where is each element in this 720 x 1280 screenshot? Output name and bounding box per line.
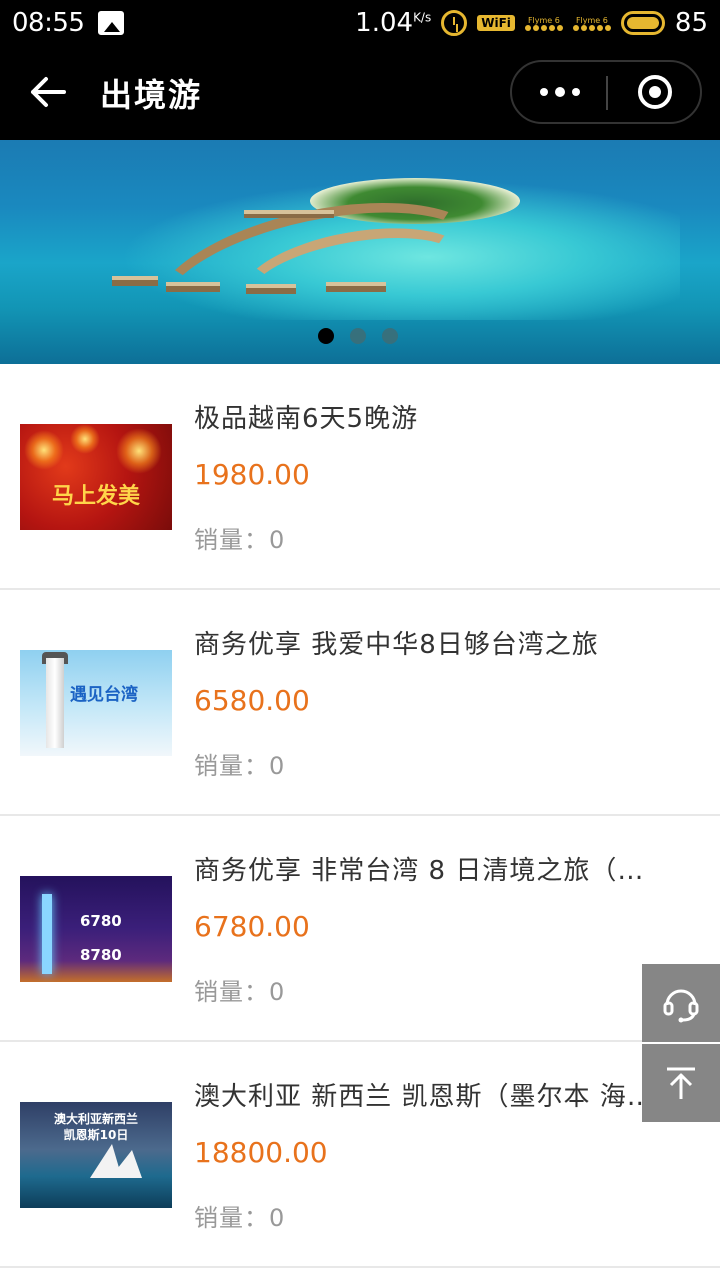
- thumb-caption: 马上发美: [51, 484, 140, 509]
- sales-value: 0: [269, 1204, 286, 1232]
- sales-value: 0: [269, 978, 286, 1006]
- sales-label: 销量：: [194, 978, 269, 1006]
- product-item[interactable]: 马上发美 极品越南6天5晚游 1980.00 销量：0: [0, 364, 720, 590]
- sales-value: 0: [269, 526, 286, 554]
- product-thumbnail: 6780 8780: [20, 876, 172, 982]
- thumb-caption: 遇见台湾: [70, 685, 138, 705]
- customer-service-button[interactable]: [642, 964, 720, 1042]
- product-title: 澳大利亚 新西兰 凯恩斯（墨尔本 海…: [194, 1082, 654, 1112]
- more-dots-icon[interactable]: [512, 62, 608, 122]
- product-thumbnail: 马上发美: [20, 424, 172, 530]
- page-title: 出境游: [100, 76, 203, 114]
- carrier-2-label: Flyme 6: [575, 15, 608, 25]
- back-to-top-icon: [667, 1067, 695, 1099]
- sales-value: 0: [269, 752, 286, 780]
- product-thumbnail: 澳大利亚新西兰 凯恩斯10日: [20, 1102, 172, 1208]
- banner-carousel[interactable]: [0, 140, 720, 364]
- product-price: 18800.00: [194, 1136, 328, 1169]
- product-sales: 销量：0: [194, 746, 285, 781]
- network-speed: 1.04K/s: [355, 8, 431, 38]
- arrow-left-icon[interactable]: [30, 76, 66, 108]
- product-list: 马上发美 极品越南6天5晚游 1980.00 销量：0 遇见台湾 商务优享 我爱…: [0, 364, 720, 1268]
- banner-indicator: [318, 328, 398, 344]
- banner-hut: [246, 284, 296, 294]
- product-item[interactable]: 遇见台湾 商务优享 我爱中华8日够台湾之旅 6580.00 销量：0: [0, 590, 720, 816]
- sales-label: 销量：: [194, 526, 269, 554]
- product-sales: 销量：0: [194, 520, 285, 555]
- thumb-price-a: 6780: [80, 912, 122, 930]
- network-speed-unit: K/s: [413, 10, 432, 25]
- headset-icon: [663, 989, 699, 1023]
- status-time: 08:55: [12, 8, 85, 38]
- product-title: 极品越南6天5晚游: [194, 404, 419, 434]
- product-price: 6580.00: [194, 684, 310, 717]
- product-item[interactable]: 澳大利亚新西兰 凯恩斯10日 澳大利亚 新西兰 凯恩斯（墨尔本 海… 18800…: [0, 1042, 720, 1268]
- carrier-1-label: Flyme 6: [527, 15, 560, 25]
- thumb-caption-2: 凯恩斯10日: [63, 1128, 129, 1142]
- banner-hut: [166, 282, 220, 292]
- network-speed-value: 1.04: [355, 8, 414, 38]
- sales-label: 销量：: [194, 1204, 269, 1232]
- product-sales: 销量：0: [194, 1198, 285, 1233]
- target-circle-icon[interactable]: [610, 62, 702, 122]
- signal-sim1: Flyme 6: [524, 15, 563, 31]
- wifi-icon: WiFi: [477, 15, 515, 31]
- product-title: 商务优享 非常台湾 8 日清境之旅（…: [194, 856, 645, 886]
- thumb-caption: 澳大利亚新西兰: [53, 1112, 138, 1126]
- banner-hut: [244, 210, 334, 218]
- product-item[interactable]: 6780 8780 商务优享 非常台湾 8 日清境之旅（… 6780.00 销量…: [0, 816, 720, 1042]
- thumb-price-b: 8780: [80, 946, 122, 964]
- back-to-top-button[interactable]: [642, 1044, 720, 1122]
- product-sales: 销量：0: [194, 972, 285, 1007]
- signal-sim2: Flyme 6: [572, 15, 611, 31]
- status-bar: 08:55 1.04K/s WiFi Flyme 6 Flyme 6 85: [0, 0, 720, 388]
- product-title: 商务优享 我爱中华8日够台湾之旅: [194, 630, 599, 660]
- mini-program-capsule: [510, 60, 702, 124]
- signal-dots-icon: [572, 24, 611, 31]
- notification-image-icon: [98, 11, 125, 35]
- product-price: 1980.00: [194, 458, 310, 491]
- banner-dot-1[interactable]: [318, 328, 334, 344]
- product-thumbnail: 遇见台湾: [20, 650, 172, 756]
- banner-hut: [112, 276, 158, 286]
- battery-level: 85: [674, 8, 708, 38]
- battery-icon: [620, 11, 665, 35]
- banner-dot-2[interactable]: [350, 328, 366, 344]
- banner-hut: [326, 282, 386, 292]
- alarm-icon: [441, 10, 468, 36]
- capsule-divider: [606, 76, 608, 110]
- sales-label: 销量：: [194, 752, 269, 780]
- banner-dot-3[interactable]: [382, 328, 398, 344]
- signal-dots-icon: [524, 24, 563, 31]
- product-price: 6780.00: [194, 910, 310, 943]
- title-bar: 出境游: [0, 46, 720, 140]
